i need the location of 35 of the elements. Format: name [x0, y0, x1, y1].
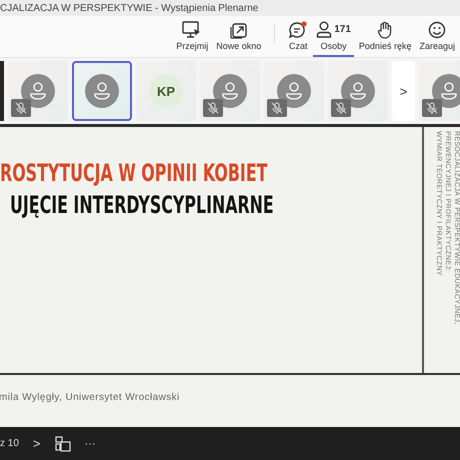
window-title: CJALIZACJA W PERSPEKTYWIE - Wystąpienia Plenarne: [0, 2, 258, 14]
participant-tile[interactable]: [328, 61, 388, 121]
page-counter: z 10: [0, 438, 19, 449]
toolbar-button[interactable]: Zareaguj: [416, 16, 458, 57]
avatar-icon: [277, 74, 311, 108]
avatar-icon: [21, 74, 55, 108]
participant-tile[interactable]: [8, 61, 68, 121]
video-tile[interactable]: [0, 61, 4, 121]
initials-avatar: KP: [149, 74, 183, 108]
avatar-icon: [341, 74, 375, 108]
slide-title: UJĘCIE INTERDYSCYPLINARNE: [10, 191, 274, 219]
avatar-icon: [85, 74, 119, 108]
avatar-icon: [213, 74, 247, 108]
slide-author: mila Wylęgły, Uniwersytet Wrocławski: [0, 392, 180, 402]
toolbar-button[interactable]: Nowe okno: [213, 16, 264, 57]
toolbar-button[interactable]: Podnieś rękę: [356, 16, 414, 57]
smiley-icon: [428, 20, 446, 38]
more-button[interactable]: ···: [84, 438, 96, 450]
participant-tile[interactable]: [200, 61, 260, 121]
avatar-icon: [432, 74, 460, 108]
person-icon: [316, 20, 332, 38]
screen-share-icon: [182, 20, 202, 38]
next-slide-button[interactable]: >: [32, 436, 40, 451]
layout-icon[interactable]: [54, 436, 70, 452]
hand-icon: [377, 20, 394, 38]
pop-out-icon: [230, 20, 248, 38]
slide-title: ROSTYTUCJA W OPINII KOBIET: [0, 159, 268, 187]
participant-count: 171: [334, 24, 351, 35]
participant-tile[interactable]: KP: [136, 61, 196, 121]
next-button[interactable]: >: [392, 61, 415, 121]
chat-icon: [288, 20, 308, 38]
participant-tile[interactable]: [264, 61, 324, 121]
participant-tile[interactable]: [72, 61, 132, 121]
toolbar-button[interactable]: Czat: [285, 16, 312, 57]
toolbar-button[interactable]: Przejmij: [173, 16, 212, 57]
